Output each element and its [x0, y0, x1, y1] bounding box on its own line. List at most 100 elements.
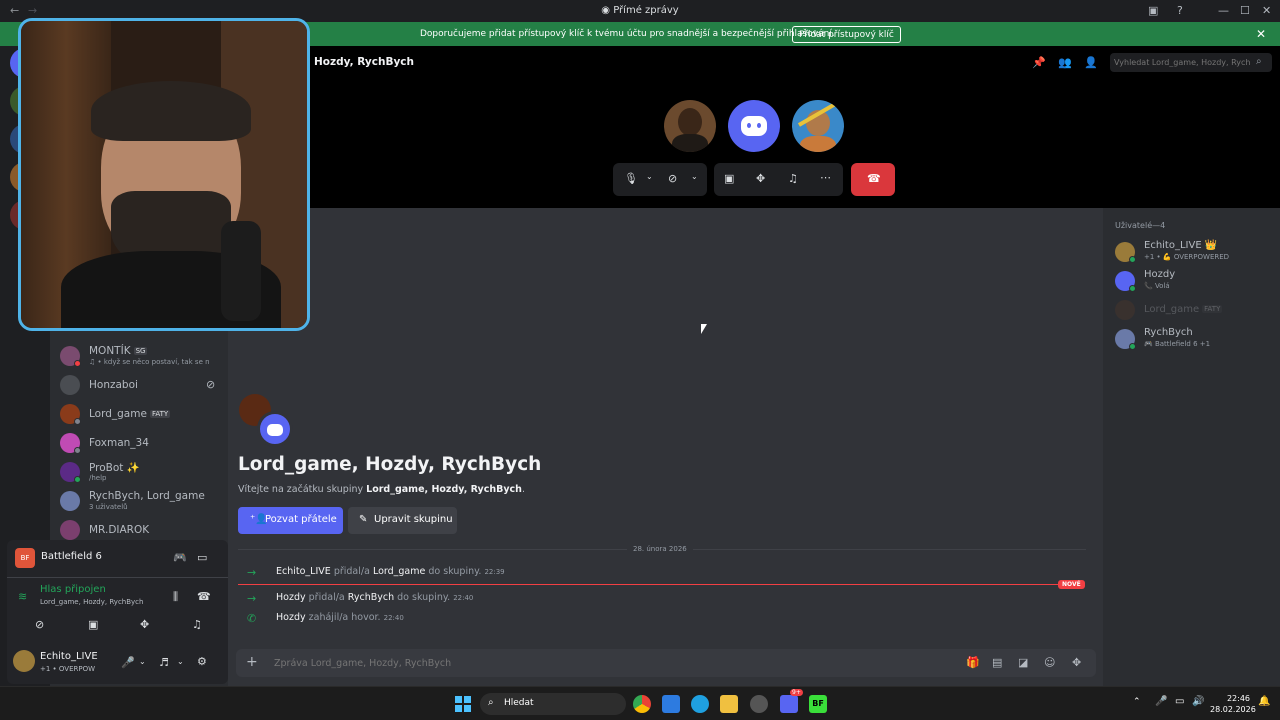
blocked-icon: ⊘ — [206, 378, 216, 391]
pin-icon[interactable]: 📌 — [1032, 56, 1046, 69]
dm-item-probot[interactable]: ProBot ✨ /help — [50, 458, 228, 486]
avatar — [60, 491, 80, 511]
settings-gear-icon[interactable]: ⚙ — [197, 655, 207, 668]
signal-icon[interactable]: ≋ — [18, 590, 27, 603]
volume-icon[interactable]: 🔊 — [1192, 696, 1204, 707]
call-action-controls: ▣ ✥ ♫ ⋯ — [714, 163, 843, 196]
dm-item-honzaboi[interactable]: Honzaboi ⊘ — [50, 371, 228, 399]
member-item[interactable]: Lord_game FATY — [1115, 296, 1275, 326]
file-explorer-icon[interactable] — [720, 695, 738, 713]
dm-item-lord-game[interactable]: Lord_game FATY — [50, 400, 228, 428]
taskbar-search[interactable]: ⌕ Hledat — [480, 693, 626, 715]
add-passkey-button[interactable]: Přidat přístupový klíč — [792, 26, 901, 43]
edit-group-button[interactable]: ✎ Upravit skupinu — [348, 507, 457, 534]
emoji-icon[interactable]: ☺ — [1044, 656, 1055, 669]
app-icon[interactable] — [750, 695, 768, 713]
edge-icon[interactable] — [691, 695, 709, 713]
headphones-icon[interactable]: ♬ — [159, 656, 169, 669]
dm-item-foxman[interactable]: Foxman_34 — [50, 429, 228, 457]
new-badge: NOVÉ — [1058, 580, 1085, 589]
camera-off-icon[interactable]: ⊘ — [668, 172, 677, 185]
screen-share-icon[interactable]: ▣ — [88, 618, 98, 631]
clock[interactable]: 22:46 28.02.2026 — [1210, 693, 1256, 715]
chevron-down-icon[interactable]: ⌄ — [139, 657, 146, 666]
member-list-header: Uživatelé—4 — [1115, 221, 1166, 230]
game-icon: BF — [15, 548, 35, 568]
add-attachment-icon[interactable]: + — [246, 654, 258, 670]
discord-taskbar-icon[interactable]: 9+ — [780, 689, 803, 713]
microphone-icon[interactable]: 🎤 — [121, 656, 135, 669]
search-icon: ⌕ — [488, 697, 494, 708]
group-avatar — [257, 411, 293, 447]
activities-icon[interactable]: ✥ — [756, 172, 765, 185]
microphone-icon[interactable]: 🎙 — [624, 172, 638, 185]
maximize-icon[interactable]: ☐ — [1240, 4, 1250, 17]
call-audio-controls: 🎙 ⌄ ⊘ ⌄ — [613, 163, 707, 196]
store-icon[interactable] — [662, 695, 680, 713]
window-title: ◉ Přímé zprávy — [601, 5, 679, 16]
apps-icon[interactable]: ✥ — [1072, 656, 1081, 669]
activities-icon[interactable]: ✥ — [140, 618, 149, 631]
status-dot — [1129, 256, 1136, 263]
join-arrow-icon: → — [247, 566, 257, 579]
network-icon[interactable]: ▭ — [1175, 696, 1184, 707]
stream-icon[interactable]: ▭ — [197, 551, 207, 564]
join-arrow-icon: → — [247, 592, 257, 605]
system-message: Hozdy přidal/a RychBych do skupiny. 22:4… — [276, 592, 474, 603]
notice-text: Doporučujeme přidat přístupový klíč k tv… — [420, 29, 835, 39]
screen-share-icon[interactable]: ▣ — [724, 172, 734, 185]
phone-icon: ✆ — [247, 612, 257, 625]
windows-start-icon[interactable] — [455, 696, 471, 712]
member-list-icon[interactable]: 👤 — [1084, 56, 1098, 69]
member-item[interactable]: RychBych 🎮 Battlefield 6 +1 — [1115, 325, 1275, 355]
search-input[interactable] — [1114, 55, 1250, 70]
chevron-down-icon[interactable]: ⌄ — [646, 172, 653, 181]
date-divider: 28. února 2026 — [627, 545, 693, 553]
discord-icon: ◉ — [601, 5, 611, 16]
battlefield-icon[interactable]: BF — [809, 695, 827, 713]
hangup-button[interactable]: ☎ — [851, 163, 895, 196]
soundboard-icon[interactable]: ♫ — [192, 618, 202, 631]
microphone-tray-icon[interactable]: 🎤 — [1155, 696, 1167, 707]
chevron-down-icon[interactable]: ⌄ — [691, 172, 698, 181]
webcam-overlay — [18, 18, 310, 331]
dm-item-montik[interactable]: MONTÍK SG ♫ • když se něco postaví, tak s… — [50, 342, 228, 370]
noise-suppression-icon[interactable]: ⫼ — [173, 590, 178, 604]
close-notice-icon[interactable]: ✕ — [1256, 27, 1266, 41]
sticker-icon[interactable]: ◪ — [1018, 656, 1028, 669]
user-panel: BF Battlefield 6 🎮 ▭ ≋ Hlas připojen Lor… — [7, 540, 228, 684]
welcome-text: Vítejte na začátku skupiny Lord_game, Ho… — [238, 484, 525, 495]
inbox-icon[interactable]: ▣ — [1148, 4, 1158, 17]
header-title: Hozdy, RychBych — [314, 56, 415, 68]
invite-friends-button[interactable]: ⁺👤 Pozvat přátele — [238, 507, 343, 534]
minimize-icon[interactable]: — — [1218, 4, 1229, 17]
tray-chevron-icon[interactable]: ⌃ — [1133, 697, 1141, 707]
dm-item-group[interactable]: RychBych, Lord_game 3 uživatelů — [50, 487, 228, 515]
message-composer: + 🎁 ▤ ◪ ☺ ✥ — [236, 649, 1096, 677]
system-message: Echito_LIVE přidal/a Lord_game do skupin… — [276, 566, 505, 577]
close-icon[interactable]: ✕ — [1262, 4, 1271, 17]
chevron-down-icon[interactable]: ⌄ — [177, 657, 184, 666]
member-item[interactable]: Echito_LIVE 👑 +1 • 💪 OVERPOWERED — [1115, 238, 1275, 268]
camera-off-icon[interactable]: ⊘ — [35, 618, 44, 631]
participant-avatar[interactable] — [664, 100, 716, 152]
soundboard-icon[interactable]: ♫ — [788, 172, 798, 185]
gift-icon[interactable]: 🎁 — [966, 656, 980, 669]
help-icon[interactable]: ? — [1177, 4, 1183, 17]
gif-icon[interactable]: ▤ — [992, 656, 1002, 669]
participant-avatar[interactable] — [728, 100, 780, 152]
add-friends-icon[interactable]: 👥 — [1058, 56, 1072, 69]
user-avatar[interactable] — [13, 650, 35, 672]
participant-avatar[interactable] — [792, 100, 844, 152]
controller-icon[interactable]: 🎮 — [173, 551, 187, 564]
search-icon: ⌕ — [1256, 56, 1262, 67]
disconnect-icon[interactable]: ☎ — [197, 590, 211, 603]
chrome-icon[interactable] — [633, 695, 651, 713]
new-messages-line — [238, 584, 1068, 585]
search-box[interactable]: ⌕ — [1110, 53, 1272, 72]
message-input[interactable] — [274, 655, 874, 671]
more-icon[interactable]: ⋯ — [820, 171, 831, 184]
member-item[interactable]: Hozdy 📞 Volá — [1115, 267, 1275, 297]
avatar — [60, 520, 80, 540]
notification-icon[interactable]: 🔔 — [1258, 696, 1270, 707]
